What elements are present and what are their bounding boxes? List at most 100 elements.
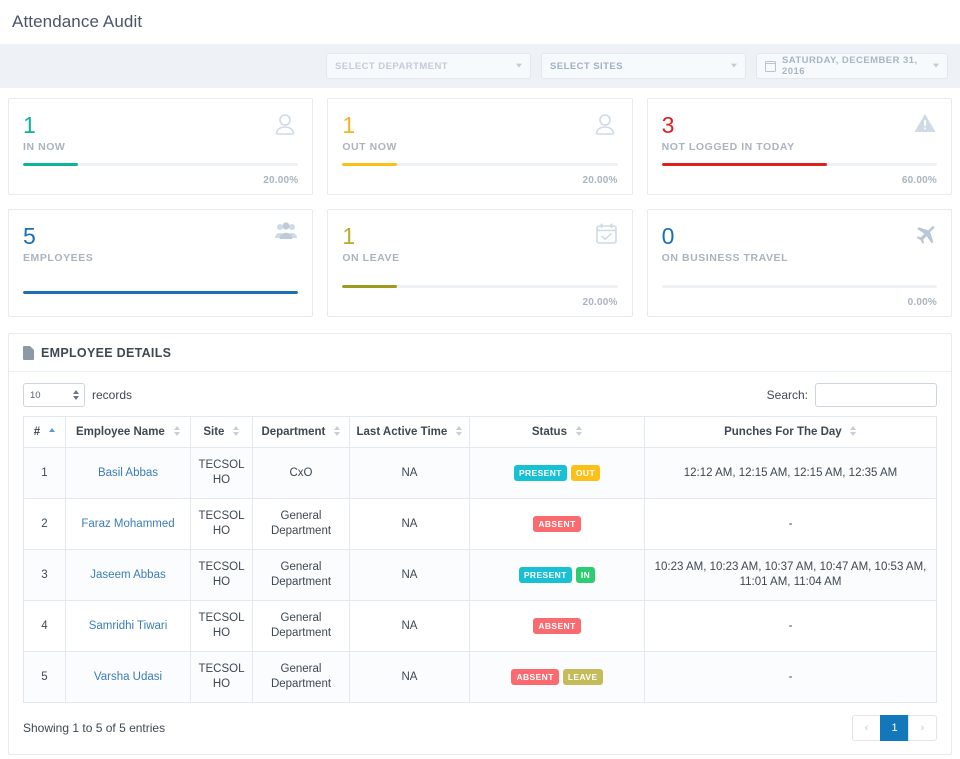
stat-value: 5 — [23, 223, 36, 249]
cell-status: PRESENT IN — [469, 549, 645, 601]
cell-department: General Department — [252, 549, 350, 601]
stat-label: ON LEAVE — [342, 252, 400, 264]
column-label: Punches For The Day — [724, 426, 842, 438]
sort-icon — [575, 425, 582, 436]
column-label: Status — [531, 426, 567, 438]
select-department-dropdown[interactable]: SELECT DEPARTMENT — [326, 53, 531, 79]
stat-value: 3 — [661, 112, 675, 138]
stat-card-on-business-travel[interactable]: 0 ON BUSINESS TRAVEL 0.00% — [646, 209, 952, 317]
stepper-arrows-icon — [73, 390, 79, 400]
cell-punches-for-the-day: - — [644, 600, 937, 652]
stat-value: 1 — [342, 112, 356, 138]
status-badge: IN — [575, 566, 596, 583]
panel-title: EMPLOYEE DETAILS — [41, 346, 172, 360]
status-badge: ABSENT — [533, 515, 581, 532]
stat-card-in-now[interactable]: 1 IN NOW 20.00% — [8, 98, 314, 195]
stat-card-not-logged-in-today[interactable]: 3 NOT LOGGED IN TODAY 60.00% — [646, 98, 952, 195]
cell-status: PRESENT OUT — [469, 447, 645, 499]
stat-progress-fill — [23, 163, 79, 166]
column-label: Employee Name — [75, 426, 165, 438]
employee-name-link[interactable]: Basil Abbas — [98, 467, 158, 479]
attendance-audit-page: Attendance Audit SELECT DEPARTMENT SELEC… — [0, 0, 960, 759]
cell-employee-name: Varsha Udasi — [65, 651, 191, 703]
cell-status: ABSENT — [469, 498, 645, 550]
column-header-number[interactable]: # — [23, 416, 66, 448]
sort-icon — [173, 425, 180, 436]
cell-department: General Department — [252, 600, 350, 652]
status-badge: ABSENT — [511, 668, 559, 685]
pagination-next-button[interactable]: › — [908, 715, 937, 741]
cell-punches-for-the-day: - — [644, 498, 937, 550]
stat-progress-bar — [342, 285, 618, 288]
chevron-down-icon — [731, 63, 737, 68]
entries-info: Showing 1 to 5 of 5 entries — [23, 721, 166, 735]
status-badge: ABSENT — [533, 617, 581, 634]
stat-label: EMPLOYEES — [23, 252, 94, 264]
column-header-department[interactable]: Department — [252, 416, 350, 448]
select-sites-dropdown[interactable]: SELECT SITES — [541, 53, 746, 79]
stat-percentage: 20.00% — [582, 175, 618, 186]
stat-card-on-leave[interactable]: 1 ON LEAVE 20.00% — [327, 209, 633, 317]
cell-site: TECSOL HO — [190, 549, 253, 601]
stat-cards-grid: 1 IN NOW 20.00% 1 OUT NOW 20.00% 3 NOT L… — [0, 88, 960, 317]
cell-punches-for-the-day: - — [644, 651, 937, 703]
records-per-page-select[interactable]: 10 — [23, 383, 85, 407]
employee-name-link[interactable]: Faraz Mohammed — [81, 518, 174, 530]
column-label: Last Active Time — [356, 426, 448, 438]
cell-employee-name: Basil Abbas — [65, 447, 191, 499]
cell-site: TECSOL HO — [190, 651, 253, 703]
table-row: 3 Jaseem Abbas TECSOL HO General Department… — [23, 549, 937, 601]
employee-name-link[interactable]: Varsha Udasi — [94, 671, 162, 683]
filter-bar: SELECT DEPARTMENT SELECT SITES SATURDAY,… — [0, 44, 960, 88]
stat-percentage: 20.00% — [263, 175, 299, 186]
chevron-down-icon — [933, 63, 939, 68]
airplane-icon — [913, 222, 937, 250]
table-footer: Showing 1 to 5 of 5 entries ‹ 1 › — [9, 703, 951, 754]
column-header-site[interactable]: Site — [190, 416, 253, 448]
column-header-status[interactable]: Status — [469, 416, 645, 448]
search-label: Search: — [766, 388, 808, 402]
table-header-row: # Employee Name Site Department Last Act… — [23, 416, 937, 448]
stat-progress-bar — [23, 291, 299, 294]
employee-name-link[interactable]: Jaseem Abbas — [90, 569, 165, 581]
cell-number: 1 — [23, 447, 66, 499]
cell-employee-name: Samridhi Tiwari — [65, 600, 191, 652]
stat-progress-bar — [661, 163, 937, 166]
column-header-last-active-time[interactable]: Last Active Time — [349, 416, 470, 448]
cell-last-active-time: NA — [349, 651, 470, 703]
pagination-page-1[interactable]: 1 — [880, 715, 909, 741]
search-input[interactable] — [815, 383, 937, 407]
records-label: records — [92, 388, 133, 402]
status-badge: OUT — [570, 464, 601, 481]
table-body: 1 Basil Abbas TECSOL HO CxO NA PRESENT OUT 12:1… — [23, 447, 937, 703]
cell-department: General Department — [252, 651, 350, 703]
cell-last-active-time: NA — [349, 447, 470, 499]
document-icon — [23, 346, 34, 360]
stat-card-employees[interactable]: 5 EMPLOYEES — [8, 209, 314, 317]
stat-percentage: 60.00% — [901, 175, 937, 186]
stat-value: 0 — [661, 223, 675, 249]
warning-icon — [913, 111, 937, 139]
cell-department: General Department — [252, 498, 350, 550]
cell-last-active-time: NA — [349, 549, 470, 601]
cell-site: TECSOL HO — [190, 447, 253, 499]
table-controls: 10 records Search: — [9, 372, 951, 416]
column-header-punches-for-the-day[interactable]: Punches For The Day — [644, 416, 937, 448]
stat-label: ON BUSINESS TRAVEL — [661, 252, 789, 264]
column-header-employee-name[interactable]: Employee Name — [65, 416, 191, 448]
search-control: Search: — [767, 383, 937, 407]
status-badge: PRESENT — [518, 566, 572, 583]
column-label: Department — [261, 426, 326, 438]
stat-card-out-now[interactable]: 1 OUT NOW 20.00% — [327, 98, 633, 195]
cell-number: 3 — [23, 549, 66, 601]
sort-ascending-icon — [48, 427, 55, 434]
pagination-prev-button[interactable]: ‹ — [852, 715, 881, 741]
date-picker[interactable]: SATURDAY, DECEMBER 31, 2016 — [756, 53, 948, 79]
table-row: 1 Basil Abbas TECSOL HO CxO NA PRESENT OUT 12:1… — [23, 447, 937, 499]
cell-last-active-time: NA — [349, 498, 470, 550]
stat-percentage: 20.00% — [582, 297, 618, 308]
sort-icon — [334, 425, 341, 436]
stat-value: 1 — [342, 223, 356, 249]
employee-name-link[interactable]: Samridhi Tiwari — [89, 620, 168, 632]
column-label: # — [33, 426, 41, 438]
